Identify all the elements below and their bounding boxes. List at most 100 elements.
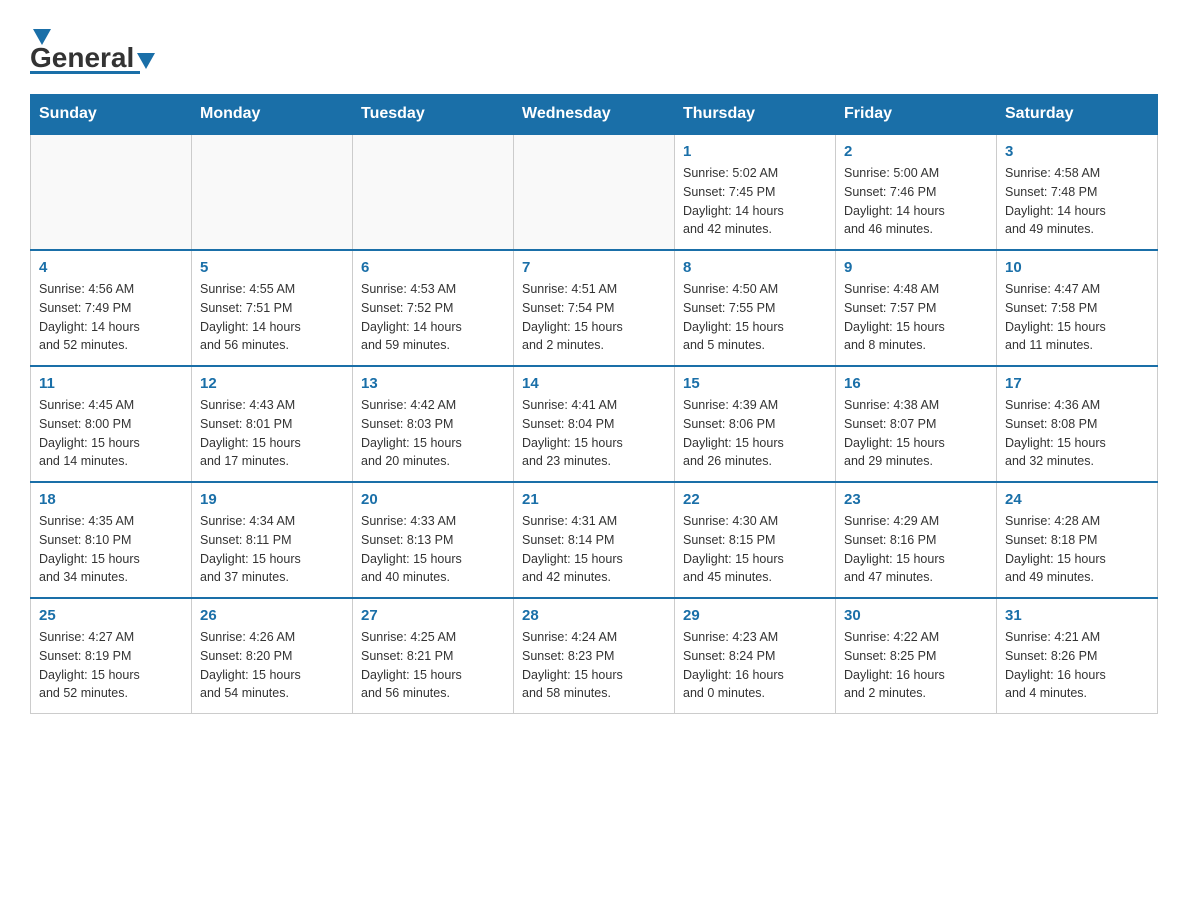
- day-number: 29: [683, 607, 827, 624]
- day-number: 17: [1005, 375, 1149, 392]
- calendar-cell: 22 Sunrise: 4:30 AM Sunset: 8:15 PM Dayli…: [675, 482, 836, 598]
- day-info: Sunrise: 4:45 AM Sunset: 8:00 PM Dayligh…: [39, 396, 183, 471]
- day-info: Sunrise: 4:47 AM Sunset: 7:58 PM Dayligh…: [1005, 280, 1149, 355]
- day-info: Sunrise: 4:53 AM Sunset: 7:52 PM Dayligh…: [361, 280, 505, 355]
- calendar-cell: 16Sunrise: 4:38 AM Sunset: 8:07 PM Dayli…: [836, 366, 997, 482]
- calendar-cell: 30 Sunrise: 4:22 AM Sunset: 8:25 PM Dayli…: [836, 598, 997, 714]
- logo-underline: [30, 71, 140, 74]
- calendar-cell: 14 Sunrise: 4:41 AM Sunset: 8:04 PM Dayli…: [514, 366, 675, 482]
- calendar-cell: 12 Sunrise: 4:43 AM Sunset: 8:01 PM Dayli…: [192, 366, 353, 482]
- day-number: 9: [844, 259, 988, 276]
- day-number: 27: [361, 607, 505, 624]
- calendar-cell: 25Sunrise: 4:27 AM Sunset: 8:19 PM Dayli…: [31, 598, 192, 714]
- calendar-cell: 24 Sunrise: 4:28 AM Sunset: 8:18 PM Dayli…: [997, 482, 1158, 598]
- day-info: Sunrise: 4:22 AM Sunset: 8:25 PM Dayligh…: [844, 628, 988, 703]
- day-number: 3: [1005, 143, 1149, 160]
- day-info: Sunrise: 4:51 AM Sunset: 7:54 PM Dayligh…: [522, 280, 666, 355]
- day-number: 4: [39, 259, 183, 276]
- logo-general-text2: General: [30, 42, 134, 74]
- day-info: Sunrise: 4:55 AM Sunset: 7:51 PM Dayligh…: [200, 280, 344, 355]
- day-number: 10: [1005, 259, 1149, 276]
- calendar-cell: 11 Sunrise: 4:45 AM Sunset: 8:00 PM Dayli…: [31, 366, 192, 482]
- day-number: 16: [844, 375, 988, 392]
- day-info: Sunrise: 4:23 AM Sunset: 8:24 PM Dayligh…: [683, 628, 827, 703]
- calendar-cell: 13 Sunrise: 4:42 AM Sunset: 8:03 PM Dayli…: [353, 366, 514, 482]
- day-info: Sunrise: 5:02 AM Sunset: 7:45 PM Dayligh…: [683, 164, 827, 239]
- week-row-5: 25Sunrise: 4:27 AM Sunset: 8:19 PM Dayli…: [31, 598, 1158, 714]
- calendar-cell: 31Sunrise: 4:21 AM Sunset: 8:26 PM Dayli…: [997, 598, 1158, 714]
- day-number: 21: [522, 491, 666, 508]
- day-info: Sunrise: 5:00 AM Sunset: 7:46 PM Dayligh…: [844, 164, 988, 239]
- day-number: 14: [522, 375, 666, 392]
- weekday-header-tuesday: Tuesday: [353, 95, 514, 135]
- calendar-cell: 23 Sunrise: 4:29 AM Sunset: 8:16 PM Dayli…: [836, 482, 997, 598]
- calendar-cell: 1 Sunrise: 5:02 AM Sunset: 7:45 PM Daylig…: [675, 134, 836, 250]
- day-info: Sunrise: 4:33 AM Sunset: 8:13 PM Dayligh…: [361, 512, 505, 587]
- calendar-cell: 20 Sunrise: 4:33 AM Sunset: 8:13 PM Dayli…: [353, 482, 514, 598]
- day-info: Sunrise: 4:56 AM Sunset: 7:49 PM Dayligh…: [39, 280, 183, 355]
- day-info: Sunrise: 4:28 AM Sunset: 8:18 PM Dayligh…: [1005, 512, 1149, 587]
- weekday-header-row: SundayMondayTuesdayWednesdayThursdayFrid…: [31, 95, 1158, 135]
- day-info: Sunrise: 4:41 AM Sunset: 8:04 PM Dayligh…: [522, 396, 666, 471]
- day-info: Sunrise: 4:30 AM Sunset: 8:15 PM Dayligh…: [683, 512, 827, 587]
- day-info: Sunrise: 4:50 AM Sunset: 7:55 PM Dayligh…: [683, 280, 827, 355]
- day-info: Sunrise: 4:42 AM Sunset: 8:03 PM Dayligh…: [361, 396, 505, 471]
- day-number: 8: [683, 259, 827, 276]
- calendar-cell: 18Sunrise: 4:35 AM Sunset: 8:10 PM Dayli…: [31, 482, 192, 598]
- calendar-cell: [31, 134, 192, 250]
- calendar-cell: 8 Sunrise: 4:50 AM Sunset: 7:55 PM Daylig…: [675, 250, 836, 366]
- calendar-cell: 17 Sunrise: 4:36 AM Sunset: 8:08 PM Dayli…: [997, 366, 1158, 482]
- day-info: Sunrise: 4:36 AM Sunset: 8:08 PM Dayligh…: [1005, 396, 1149, 471]
- day-number: 18: [39, 491, 183, 508]
- logo: General: [30, 20, 155, 74]
- calendar-cell: 26 Sunrise: 4:26 AM Sunset: 8:20 PM Dayli…: [192, 598, 353, 714]
- weekday-header-friday: Friday: [836, 95, 997, 135]
- day-number: 25: [39, 607, 183, 624]
- calendar-table: SundayMondayTuesdayWednesdayThursdayFrid…: [30, 94, 1158, 714]
- calendar-cell: [514, 134, 675, 250]
- day-number: 11: [39, 375, 183, 392]
- day-info: Sunrise: 4:26 AM Sunset: 8:20 PM Dayligh…: [200, 628, 344, 703]
- calendar-cell: 27Sunrise: 4:25 AM Sunset: 8:21 PM Dayli…: [353, 598, 514, 714]
- day-info: Sunrise: 4:29 AM Sunset: 8:16 PM Dayligh…: [844, 512, 988, 587]
- day-number: 22: [683, 491, 827, 508]
- day-info: Sunrise: 4:48 AM Sunset: 7:57 PM Dayligh…: [844, 280, 988, 355]
- week-row-1: 1 Sunrise: 5:02 AM Sunset: 7:45 PM Daylig…: [31, 134, 1158, 250]
- day-info: Sunrise: 4:34 AM Sunset: 8:11 PM Dayligh…: [200, 512, 344, 587]
- calendar-cell: 15Sunrise: 4:39 AM Sunset: 8:06 PM Dayli…: [675, 366, 836, 482]
- calendar-cell: 21 Sunrise: 4:31 AM Sunset: 8:14 PM Dayli…: [514, 482, 675, 598]
- calendar-cell: 28 Sunrise: 4:24 AM Sunset: 8:23 PM Dayli…: [514, 598, 675, 714]
- calendar-cell: 29 Sunrise: 4:23 AM Sunset: 8:24 PM Dayli…: [675, 598, 836, 714]
- day-number: 26: [200, 607, 344, 624]
- day-number: 13: [361, 375, 505, 392]
- calendar-cell: [192, 134, 353, 250]
- day-number: 24: [1005, 491, 1149, 508]
- weekday-header-monday: Monday: [192, 95, 353, 135]
- weekday-header-thursday: Thursday: [675, 95, 836, 135]
- calendar-cell: 4 Sunrise: 4:56 AM Sunset: 7:49 PM Daylig…: [31, 250, 192, 366]
- calendar-cell: 10 Sunrise: 4:47 AM Sunset: 7:58 PM Dayli…: [997, 250, 1158, 366]
- day-number: 30: [844, 607, 988, 624]
- day-number: 28: [522, 607, 666, 624]
- calendar-cell: 5Sunrise: 4:55 AM Sunset: 7:51 PM Daylig…: [192, 250, 353, 366]
- day-number: 19: [200, 491, 344, 508]
- day-number: 31: [1005, 607, 1149, 624]
- day-number: 6: [361, 259, 505, 276]
- week-row-3: 11 Sunrise: 4:45 AM Sunset: 8:00 PM Dayli…: [31, 366, 1158, 482]
- week-row-4: 18Sunrise: 4:35 AM Sunset: 8:10 PM Dayli…: [31, 482, 1158, 598]
- day-info: Sunrise: 4:43 AM Sunset: 8:01 PM Dayligh…: [200, 396, 344, 471]
- day-number: 12: [200, 375, 344, 392]
- week-row-2: 4 Sunrise: 4:56 AM Sunset: 7:49 PM Daylig…: [31, 250, 1158, 366]
- calendar-cell: 6 Sunrise: 4:53 AM Sunset: 7:52 PM Daylig…: [353, 250, 514, 366]
- day-number: 20: [361, 491, 505, 508]
- day-number: 23: [844, 491, 988, 508]
- calendar-cell: 2 Sunrise: 5:00 AM Sunset: 7:46 PM Daylig…: [836, 134, 997, 250]
- day-number: 15: [683, 375, 827, 392]
- day-number: 2: [844, 143, 988, 160]
- day-info: Sunrise: 4:31 AM Sunset: 8:14 PM Dayligh…: [522, 512, 666, 587]
- day-number: 1: [683, 143, 827, 160]
- day-number: 7: [522, 259, 666, 276]
- calendar-cell: [353, 134, 514, 250]
- calendar-cell: 7 Sunrise: 4:51 AM Sunset: 7:54 PM Daylig…: [514, 250, 675, 366]
- day-info: Sunrise: 4:24 AM Sunset: 8:23 PM Dayligh…: [522, 628, 666, 703]
